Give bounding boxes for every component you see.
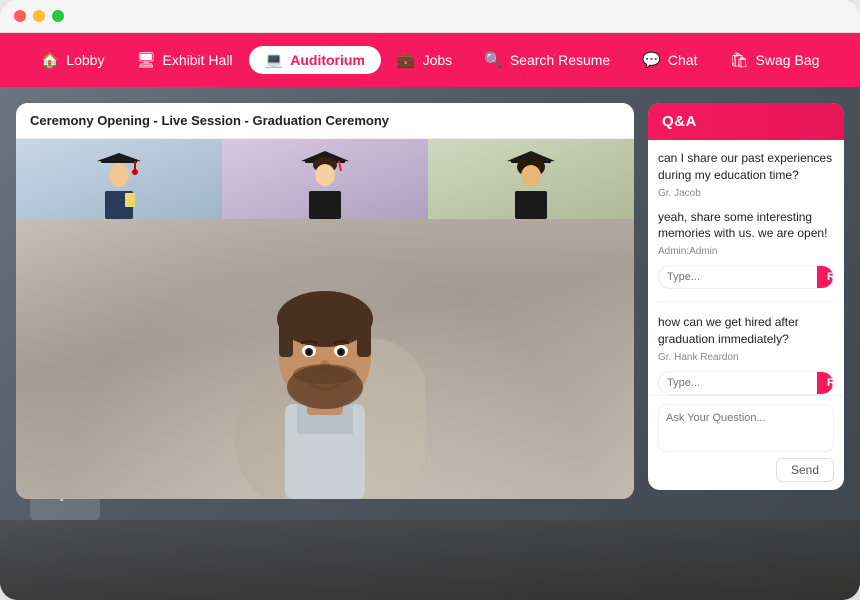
qa-divider <box>658 301 834 302</box>
nav-swag-label: Swag Bag <box>756 52 820 68</box>
home-icon: 🏠 <box>41 53 60 68</box>
session-title: Ceremony Opening - Live Session - Gradua… <box>16 103 634 139</box>
qa-header: Q&A <box>648 103 844 140</box>
qa-reply-button-1[interactable]: Reply <box>817 266 834 288</box>
content-area: Ceremony Opening - Live Session - Gradua… <box>0 87 860 600</box>
nav-search-resume[interactable]: 🔍 Search Resume <box>468 46 626 74</box>
app-window: 🏠 Lobby 🖥 Exhibit Hall 💻 Auditorium 💼 Jo… <box>0 0 860 600</box>
video-section: Ceremony Opening - Live Session - Gradua… <box>16 103 634 499</box>
qa-question-3-text: how can we get hired after graduation im… <box>658 314 834 348</box>
nav-auditorium[interactable]: 💻 Auditorium <box>249 46 381 74</box>
swag-icon: 🛍 <box>730 53 749 68</box>
qa-reply-row-2: Reply <box>658 371 834 395</box>
qa-send-button[interactable]: Send <box>776 458 834 482</box>
nav-chat-label: Chat <box>668 52 698 68</box>
jobs-icon: 💼 <box>397 53 416 68</box>
nav-lobby-label: Lobby <box>66 52 104 68</box>
main-speaker-image <box>225 219 425 499</box>
nav-swag-bag[interactable]: 🛍 Swag Bag <box>714 46 836 74</box>
navigation-bar: 🏠 Lobby 🖥 Exhibit Hall 💻 Auditorium 💼 Jo… <box>0 33 860 87</box>
title-bar <box>0 0 860 33</box>
nav-jobs[interactable]: 💼 Jobs <box>381 46 468 74</box>
qa-question-2: yeah, share some interesting memories wi… <box>658 209 834 290</box>
nav-jobs-label: Jobs <box>423 52 453 68</box>
qa-question-3: how can we get hired after graduation im… <box>658 314 834 395</box>
auditorium-icon: 💻 <box>265 53 284 68</box>
thumbnail-2[interactable] <box>222 139 428 219</box>
thumbnail-1[interactable] <box>16 139 222 219</box>
qa-reply-row-1: Reply <box>658 265 834 289</box>
maximize-dot[interactable] <box>52 10 64 22</box>
graduate-2-image <box>295 139 355 219</box>
graduate-3-image <box>501 139 561 219</box>
qa-ask-textarea[interactable] <box>658 404 834 452</box>
nav-chat[interactable]: 💬 Chat <box>626 46 713 74</box>
exhibit-icon: 🖥 <box>136 53 155 68</box>
nav-search-label: Search Resume <box>510 52 610 68</box>
graduate-1-image <box>89 139 149 219</box>
thumbnail-grid <box>16 139 634 219</box>
nav-lobby[interactable]: 🏠 Lobby <box>25 46 121 74</box>
thumbnail-3[interactable] <box>428 139 634 219</box>
search-icon: 🔍 <box>484 53 503 68</box>
qa-reply-button-2[interactable]: Reply <box>817 372 834 394</box>
nav-auditorium-label: Auditorium <box>290 52 365 68</box>
qa-question-2-text: yeah, share some interesting memories wi… <box>658 209 834 243</box>
qa-panel: Q&A can I share our past experiences dur… <box>648 103 844 490</box>
nav-exhibit-label: Exhibit Hall <box>163 52 233 68</box>
qa-question-2-author: Admin:Admin <box>658 246 834 257</box>
qa-body: can I share our past experiences during … <box>648 140 844 395</box>
qa-question-1: can I share our past experiences during … <box>658 150 834 199</box>
minimize-dot[interactable] <box>33 10 45 22</box>
qa-reply-input-2[interactable] <box>659 372 817 394</box>
qa-question-1-text: can I share our past experiences during … <box>658 150 834 184</box>
qa-ask-area: Send <box>648 395 844 490</box>
main-video <box>16 219 634 499</box>
close-dot[interactable] <box>14 10 26 22</box>
main-content: F Ceremony Opening - Live Session - Grad… <box>0 87 860 600</box>
chat-icon: 💬 <box>642 53 661 68</box>
qa-reply-input-1[interactable] <box>659 266 817 288</box>
qa-question-1-author: Gr. Jacob <box>658 188 834 199</box>
qa-question-3-author: Gr. Hank Reardon <box>658 352 834 363</box>
nav-exhibit-hall[interactable]: 🖥 Exhibit Hall <box>120 46 248 74</box>
